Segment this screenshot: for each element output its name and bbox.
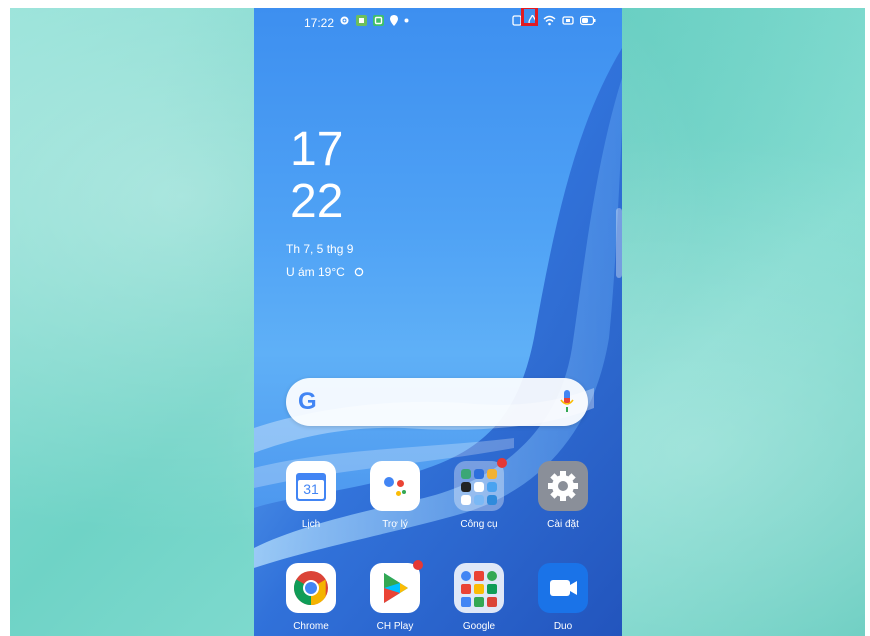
app-label: Cài đặt xyxy=(547,519,579,530)
app-assistant[interactable]: Trợ lý xyxy=(363,461,427,530)
calendar-icon: 31 xyxy=(286,461,336,511)
status-time: 17:22 xyxy=(304,16,335,30)
app-notification-icon xyxy=(356,15,367,26)
chrome-icon xyxy=(286,563,336,613)
clock-hour: 17 xyxy=(290,123,344,176)
app-folder-tools[interactable]: Công cụ xyxy=(447,458,511,530)
app-label: Lịch xyxy=(301,519,321,530)
settings-icon xyxy=(538,461,588,511)
app-folder-google[interactable]: Google xyxy=(447,563,511,632)
notification-badge xyxy=(413,560,423,570)
app-label: Công cụ xyxy=(460,519,498,530)
video-frame: 17:22 17 22 Th 7, 5 thg 9 U ám 19°C G 31… xyxy=(0,0,870,636)
app-duo[interactable]: Duo xyxy=(531,563,595,632)
wifi-icon xyxy=(543,15,556,26)
notification-badge xyxy=(497,458,507,468)
google-folder-icon xyxy=(454,563,504,613)
app-calendar[interactable]: 31 Lịch xyxy=(279,461,343,530)
assistant-icon xyxy=(370,461,420,511)
clock-minute: 22 xyxy=(290,175,344,228)
date-label: Th 7, 5 thg 9 xyxy=(286,242,354,256)
weather-widget[interactable]: U ám 19°C xyxy=(286,265,364,279)
app-label: Google xyxy=(462,621,496,632)
battery-icon xyxy=(580,15,596,26)
gear-icon xyxy=(340,16,349,25)
app-label: Chrome xyxy=(293,621,329,632)
app-settings[interactable]: Cài đặt xyxy=(531,461,595,530)
google-logo: G xyxy=(298,388,317,415)
status-bar: 17:22 xyxy=(254,8,622,36)
highlight-box xyxy=(521,8,538,26)
duo-icon xyxy=(538,563,588,613)
calendar-date: 31 xyxy=(303,481,319,497)
dot-icon xyxy=(404,18,409,23)
refresh-icon[interactable] xyxy=(354,267,364,277)
vpn-icon xyxy=(562,16,574,25)
play-store-icon xyxy=(370,560,423,613)
weather-label: U ám 19°C xyxy=(286,265,345,279)
phone-home-screen: 17:22 17 22 Th 7, 5 thg 9 U ám 19°C G 31… xyxy=(254,8,622,636)
location-icon xyxy=(390,15,398,26)
mic-icon[interactable] xyxy=(560,390,574,414)
app-chrome[interactable]: Chrome xyxy=(279,563,343,632)
green-notification-icon xyxy=(373,15,384,26)
clock-widget[interactable]: 17 22 xyxy=(290,124,343,228)
google-search-bar[interactable]: G xyxy=(286,378,588,426)
app-label: CH Play xyxy=(376,621,414,632)
wallpaper-wave xyxy=(254,48,622,636)
app-play-store[interactable]: CH Play xyxy=(363,560,427,632)
folder-icon xyxy=(454,458,507,511)
app-label: Duo xyxy=(553,621,573,632)
app-label: Trợ lý xyxy=(382,519,408,530)
